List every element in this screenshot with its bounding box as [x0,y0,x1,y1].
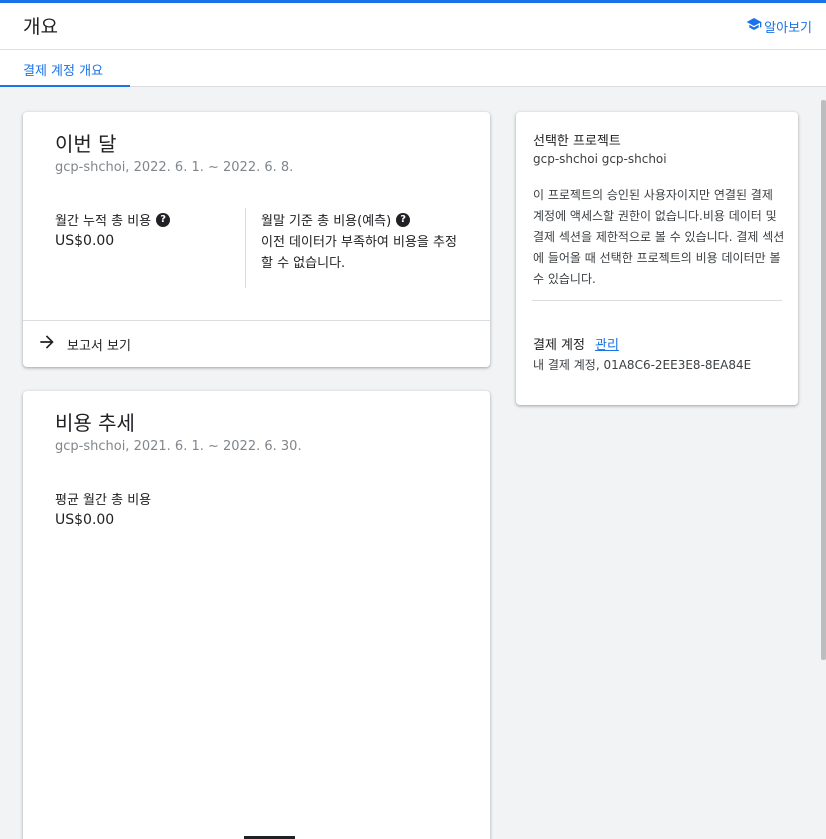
scrollbar-thumb[interactable] [821,100,826,660]
forecast-label-row: 월말 기준 총 비용(예측) ? [261,210,411,229]
avg-monthly-cost-value: US$0.00 [55,512,115,528]
this-month-title: 이번 달 [55,132,117,156]
scrollbar[interactable] [820,88,826,839]
page-title: 개요 [23,16,58,38]
metric-divider [245,208,246,288]
main-content: 이번 달 gcp-shchoi, 2022. 6. 1. ~ 2022. 6. … [0,88,826,839]
selected-project-name: gcp-shchoi gcp-shchoi [533,152,667,166]
avg-monthly-cost-label: 평균 월간 총 비용 [55,493,152,508]
selected-project-panel: 선택한 프로젝트 gcp-shchoi gcp-shchoi 이 프로젝트의 승… [516,112,798,405]
forecast-cost-label: 월말 기준 총 비용(예측) [261,214,392,229]
mtd-cost-label-row: 월간 누적 총 비용 ? [55,210,171,229]
cost-trend-title: 비용 추세 [55,411,135,435]
billing-account-row: 결제 계정 관리 [533,334,619,353]
billing-account-value: 내 결제 계정, 01A8C6-2EE3E8-8EA84E [533,358,752,372]
learn-label: 알아보기 [764,20,812,36]
mtd-cost-value: US$0.00 [55,233,115,249]
cost-trend-subtitle: gcp-shchoi, 2021. 6. 1. ~ 2022. 6. 30. [55,439,302,454]
panel-divider [532,300,782,301]
card-divider [23,320,490,321]
tab-bar: 결제 계정 개요 [0,50,826,87]
this-month-subtitle: gcp-shchoi, 2022. 6. 1. ~ 2022. 6. 8. [55,160,294,175]
this-month-card: 이번 달 gcp-shchoi, 2022. 6. 1. ~ 2022. 6. … [23,112,490,367]
cost-trend-card: 비용 추세 gcp-shchoi, 2021. 6. 1. ~ 2022. 6.… [23,391,490,839]
help-icon[interactable]: ? [156,212,171,227]
view-report-button[interactable]: 보고서 보기 [37,332,131,356]
tab-billing-overview[interactable]: 결제 계정 개요 [0,50,130,87]
help-icon[interactable]: ? [396,212,411,227]
page-header: 개요 알아보기 [0,3,826,50]
manage-billing-link[interactable]: 관리 [595,334,619,353]
forecast-note: 이전 데이터가 부족하여 비용을 추정할 수 없습니다. [261,235,457,271]
mtd-cost-label: 월간 누적 총 비용 [55,214,152,229]
selected-project-label: 선택한 프로젝트 [533,134,621,149]
arrow-right-icon [37,332,57,356]
learn-button[interactable]: 알아보기 [746,16,812,36]
billing-account-label: 결제 계정 [533,338,585,353]
view-report-label: 보고서 보기 [67,338,131,354]
project-access-description: 이 프로젝트의 승인된 사용자이지만 연결된 결제 계정에 액세스할 권한이 없… [533,188,785,286]
school-icon [746,16,762,36]
